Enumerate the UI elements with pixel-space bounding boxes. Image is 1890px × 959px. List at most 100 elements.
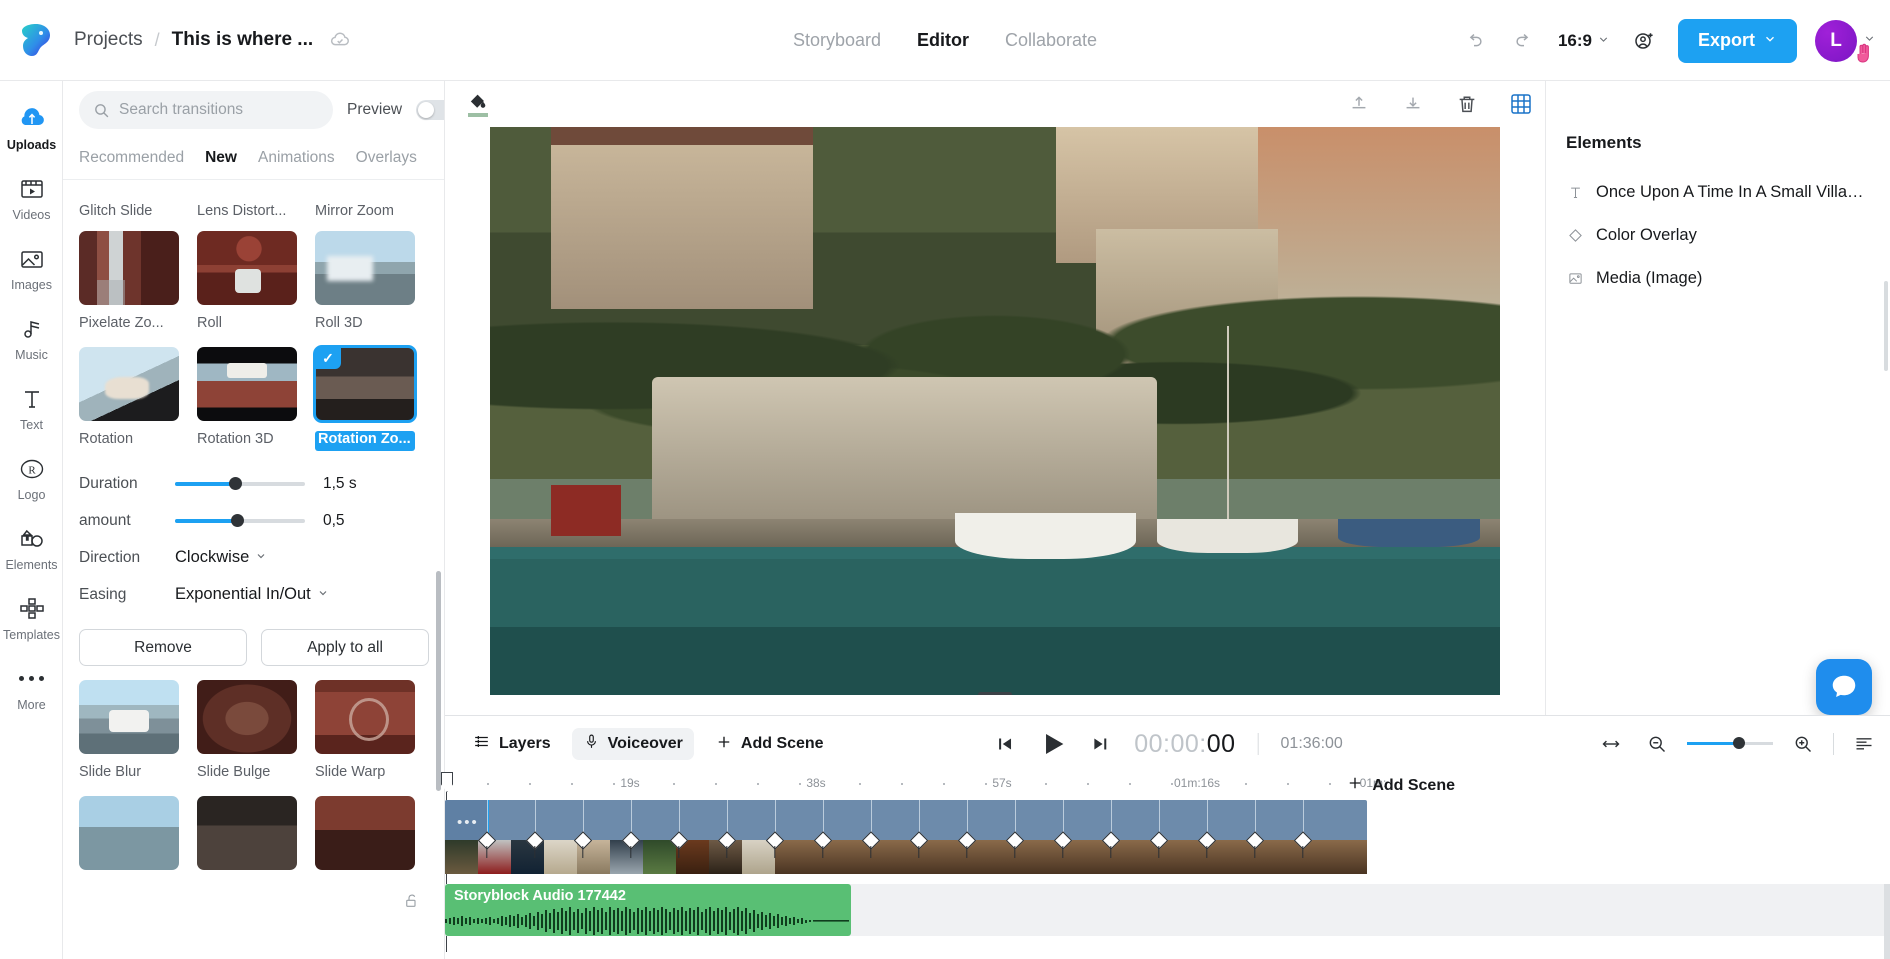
voiceover-button[interactable]: Voiceover: [571, 728, 694, 760]
voiceover-label: Voiceover: [607, 735, 683, 752]
transition-thumbnail[interactable]: [197, 796, 297, 870]
transition-name: Slide Warp: [315, 764, 386, 780]
current-time[interactable]: 00:00:00: [1134, 730, 1235, 759]
paint-bucket-icon[interactable]: [461, 87, 495, 121]
apply-to-all-button[interactable]: Apply to all: [261, 629, 429, 666]
fit-width-icon[interactable]: [1595, 728, 1627, 760]
transition-thumbnail[interactable]: [197, 680, 297, 754]
upload-icon[interactable]: [1343, 88, 1375, 120]
transition-thumbnail[interactable]: [315, 680, 415, 754]
download-icon[interactable]: [1397, 88, 1429, 120]
transition-thumbnail[interactable]: [197, 231, 297, 305]
tab-collaborate[interactable]: Collaborate: [1005, 30, 1097, 51]
aspect-ratio-selector[interactable]: 16:9: [1558, 31, 1610, 51]
unlock-icon[interactable]: [403, 892, 423, 912]
redo-arrow-icon[interactable]: [1508, 25, 1540, 57]
export-button[interactable]: Export: [1677, 18, 1797, 63]
delete-icon[interactable]: [1451, 88, 1483, 120]
sidebar-item-logo[interactable]: R Logo: [0, 443, 63, 513]
add-scene-button[interactable]: Add Scene: [704, 728, 835, 760]
sidebar-item-videos[interactable]: Videos: [0, 163, 63, 233]
canvas-resize-handle[interactable]: [978, 692, 1012, 695]
transition-thumbnail-selected[interactable]: ✓: [313, 345, 417, 423]
panel-scrollbar[interactable]: [436, 571, 441, 791]
element-list-item-text[interactable]: Once Upon A Time In A Small Village, T..…: [1546, 171, 1890, 214]
transition-thumbnail[interactable]: [79, 347, 179, 421]
element-list-item-media-image[interactable]: Media (Image): [1546, 257, 1890, 300]
audio-levels-icon[interactable]: [1848, 728, 1880, 760]
transitions-scroll-area[interactable]: Glitch Slide Lens Distort... Mirror Zoom…: [63, 197, 444, 959]
audio-clip[interactable]: Storyblock Audio 177442: [445, 884, 851, 936]
duration-slider[interactable]: [175, 475, 305, 493]
transition-thumbnail[interactable]: [197, 347, 297, 421]
sidebar-item-templates[interactable]: Templates: [0, 583, 63, 653]
tab-storyboard[interactable]: Storyboard: [793, 30, 881, 51]
timeline-scrollbar[interactable]: [1884, 884, 1890, 959]
play-icon[interactable]: [1036, 728, 1068, 760]
layers-button[interactable]: Layers: [461, 728, 562, 760]
direction-value: Clockwise: [175, 548, 250, 566]
elements-scrollbar[interactable]: [1884, 281, 1888, 371]
preview-toggle[interactable]: [416, 100, 444, 120]
sidebar-item-uploads[interactable]: Uploads: [0, 93, 63, 163]
ellipsis-icon: [19, 665, 44, 693]
ruler-label: 38s: [806, 776, 826, 790]
layout-grid-icon[interactable]: [1505, 88, 1537, 120]
zoom-out-icon[interactable]: [1641, 728, 1673, 760]
chevron-down-icon: [317, 585, 329, 604]
canvas-art-boat: [1338, 518, 1480, 548]
video-canvas[interactable]: [490, 127, 1500, 695]
undo-arrow-icon[interactable]: [1458, 25, 1490, 57]
transition-thumbnail[interactable]: [79, 680, 179, 754]
ellipsis-icon[interactable]: •••: [457, 814, 479, 831]
zoom-in-icon[interactable]: [1787, 728, 1819, 760]
sidebar-item-images[interactable]: Images: [0, 233, 63, 303]
search-input[interactable]: [119, 101, 319, 119]
breadcrumb-projects[interactable]: Projects: [74, 29, 143, 51]
element-list-item-color-overlay[interactable]: Color Overlay: [1546, 214, 1890, 257]
page-title[interactable]: This is where ...: [172, 29, 314, 51]
sidebar-item-elements[interactable]: Elements: [0, 513, 63, 583]
transition-thumbnail[interactable]: [315, 231, 415, 305]
chevron-down-icon: [1597, 31, 1610, 51]
amount-slider[interactable]: [175, 512, 305, 530]
svg-text:R: R: [28, 464, 36, 476]
transition-thumbnail[interactable]: [79, 796, 179, 870]
sidebar-item-text[interactable]: Text: [0, 373, 63, 443]
timeline-zoom-slider[interactable]: [1687, 736, 1773, 752]
transition-thumbnail[interactable]: [79, 231, 179, 305]
diamond-icon: [1566, 228, 1584, 243]
text-t-icon: [20, 385, 44, 413]
add-person-icon[interactable]: [1628, 25, 1660, 57]
transition-thumbnail[interactable]: [315, 796, 415, 870]
sidebar-item-more[interactable]: More: [0, 653, 63, 723]
sidebar-item-music[interactable]: Music: [0, 303, 63, 373]
sidebar-item-label: Uploads: [6, 137, 57, 152]
add-scene-label: Add Scene: [740, 735, 824, 752]
tab-new[interactable]: New: [205, 149, 237, 167]
add-scene-timeline-button[interactable]: Add Scene: [1346, 774, 1455, 797]
remove-button[interactable]: Remove: [79, 629, 247, 666]
video-editor-app: Projects / This is where ... Storyboard …: [0, 0, 1890, 959]
top-bar-actions: 16:9 Export L: [1458, 0, 1876, 81]
tab-overlays[interactable]: Overlays: [356, 149, 417, 167]
timeline: Layers Voiceover Add Scene 00:00:00 01:3…: [406, 715, 1890, 959]
search-box[interactable]: [79, 91, 333, 129]
tab-recommended[interactable]: Recommended: [79, 149, 184, 167]
transition-row-1: Pixelate Zo... Roll Roll 3D: [63, 231, 444, 335]
app-logo-icon[interactable]: [16, 20, 56, 60]
element-label: Once Upon A Time In A Small Village, T..…: [1596, 183, 1866, 201]
search-icon: [93, 102, 110, 119]
easing-dropdown[interactable]: Exponential In/Out: [175, 585, 329, 604]
tab-animations[interactable]: Animations: [258, 149, 335, 167]
user-menu[interactable]: L: [1815, 19, 1876, 63]
ruler-label: 57s: [992, 776, 1012, 790]
skip-previous-icon[interactable]: [992, 733, 1014, 755]
direction-dropdown[interactable]: Clockwise: [175, 548, 267, 567]
sidebar-item-label: Elements: [5, 557, 58, 572]
skip-next-icon[interactable]: [1090, 733, 1112, 755]
tab-editor[interactable]: Editor: [917, 30, 969, 51]
timeline-ruler[interactable]: 19s 38s 57s 01m:16s 01m:: [441, 772, 1890, 952]
view-tabs: Storyboard Editor Collaborate: [793, 30, 1097, 51]
chat-bubble-icon[interactable]: [1816, 659, 1872, 715]
